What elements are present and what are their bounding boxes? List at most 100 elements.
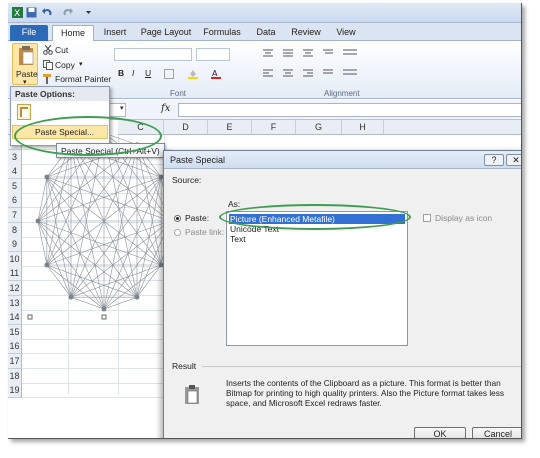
row-header[interactable]: 12	[8, 281, 22, 296]
close-button[interactable]: ✕	[506, 154, 521, 166]
svg-text:A: A	[212, 69, 218, 78]
ribbon-tabs: File Home Insert Page Layout Formulas Da…	[8, 23, 521, 41]
mesh-edge	[103, 296, 138, 310]
mesh-node	[44, 262, 50, 268]
insert-function-icon[interactable]: fx	[161, 103, 170, 114]
paste-as-listbox[interactable]: Picture (Enhanced Metafile) Unicode Text…	[226, 211, 408, 346]
font-name-combo[interactable]	[114, 48, 192, 61]
row-header[interactable]: 10	[8, 251, 22, 267]
row-header[interactable]: 15	[8, 324, 22, 340]
mesh-edge	[46, 264, 105, 310]
resize-handle[interactable]	[101, 314, 107, 320]
highlight-ellipse-selection	[219, 204, 411, 230]
mesh-edge	[46, 176, 138, 298]
italic-icon[interactable]: I	[132, 68, 134, 78]
customize-qat-icon[interactable]	[83, 7, 94, 18]
tab-home[interactable]: Home	[52, 25, 94, 41]
tab-page-layout[interactable]: Page Layout	[136, 25, 196, 41]
row-header[interactable]: 5	[8, 178, 22, 194]
bold-icon[interactable]: B	[118, 68, 124, 78]
mesh-diagram-image[interactable]	[22, 131, 172, 321]
row-header[interactable]: 16	[8, 339, 22, 355]
clipboard-icon	[19, 46, 34, 65]
tab-view[interactable]: View	[328, 25, 364, 41]
tab-data[interactable]: Data	[248, 25, 284, 41]
grid-line	[22, 397, 172, 399]
format-painter-button[interactable]: Format Painter	[55, 74, 111, 84]
row-header[interactable]: 9	[8, 237, 22, 253]
highlight-ellipse	[14, 116, 162, 156]
paste-options-header: Paste Options:	[11, 87, 109, 101]
paste-label: Paste	[16, 69, 38, 79]
fill-color-icon[interactable]	[188, 69, 198, 79]
mesh-edge	[70, 144, 162, 266]
row-header[interactable]: 7	[8, 208, 22, 223]
row-header[interactable]: 17	[8, 354, 22, 369]
grid-line	[22, 324, 172, 326]
underline-icon[interactable]: U	[145, 68, 151, 78]
column-header-g[interactable]: G	[296, 120, 342, 135]
column-header-f[interactable]: F	[252, 120, 296, 135]
font-size-combo[interactable]	[196, 48, 230, 61]
display-as-icon-label: Display as icon	[435, 213, 493, 223]
tab-formulas[interactable]: Formulas	[196, 25, 248, 41]
mesh-edge	[70, 296, 105, 310]
paste-link-radio[interactable]	[174, 229, 181, 236]
result-description: Inserts the contents of the Clipboard as…	[226, 378, 505, 408]
row-header[interactable]: 18	[8, 368, 22, 384]
column-header-h[interactable]: H	[342, 120, 384, 135]
row-header[interactable]: 4	[8, 164, 22, 180]
result-clipboard-icon	[185, 385, 199, 404]
copy-icon	[43, 60, 53, 70]
row-header[interactable]: 8	[8, 222, 22, 238]
tab-review[interactable]: Review	[284, 25, 328, 41]
undo-icon[interactable]	[42, 7, 53, 18]
row-header[interactable]: 13	[8, 295, 22, 311]
copy-button[interactable]: Copy	[55, 60, 75, 70]
result-separator	[202, 366, 521, 367]
save-icon[interactable]	[26, 7, 37, 18]
mesh-node	[101, 306, 107, 312]
grid-line	[22, 338, 172, 340]
formula-input[interactable]	[178, 103, 521, 117]
copy-dropdown-icon[interactable]: ▾	[79, 60, 83, 68]
display-as-icon-checkbox[interactable]	[423, 214, 431, 222]
mesh-edge	[37, 220, 138, 298]
borders-icon[interactable]	[164, 69, 174, 79]
alignment-icons[interactable]	[261, 47, 361, 87]
row-header[interactable]: 3	[8, 149, 22, 165]
paste-radio[interactable]	[174, 215, 181, 222]
row-header[interactable]: 14	[8, 310, 22, 326]
mesh-edge	[46, 176, 105, 310]
paste-option-clipboard-icon[interactable]	[17, 104, 31, 120]
cut-button[interactable]: Cut	[55, 45, 68, 55]
row-header[interactable]: 6	[8, 193, 22, 209]
mesh-edge	[37, 220, 48, 266]
row-header[interactable]: 11	[8, 266, 22, 282]
redo-icon[interactable]	[62, 7, 73, 18]
mesh-edge	[46, 144, 72, 266]
paste-special-dialog: Paste Special ? ✕ Source: As: Paste: Pas…	[163, 150, 521, 438]
alignment-group-label: Alignment	[324, 89, 360, 98]
tab-insert[interactable]: Insert	[94, 25, 136, 41]
list-item-text[interactable]: Text	[229, 234, 405, 244]
resize-handle[interactable]	[27, 314, 33, 320]
font-group-label: Font	[170, 89, 187, 98]
font-color-icon[interactable]: A	[211, 69, 221, 79]
grid-line	[22, 353, 172, 355]
scissors-icon	[43, 45, 53, 55]
name-box-dropdown-icon[interactable]: ▾	[120, 104, 124, 112]
column-header-blank	[384, 120, 521, 135]
help-button[interactable]: ?	[484, 154, 504, 166]
paste-button[interactable]: Paste ▾	[12, 43, 38, 86]
column-header-e[interactable]: E	[208, 120, 252, 135]
mesh-node	[35, 218, 41, 224]
mesh-edge	[46, 176, 72, 298]
ok-button[interactable]: OK	[414, 427, 466, 438]
source-label: Source:	[172, 175, 202, 185]
paste-radio-label: Paste:	[185, 213, 210, 223]
mesh-edge	[70, 176, 162, 298]
row-header[interactable]: 19	[8, 383, 22, 399]
cancel-button[interactable]: Cancel	[472, 427, 521, 438]
tab-file[interactable]: File	[10, 25, 48, 41]
